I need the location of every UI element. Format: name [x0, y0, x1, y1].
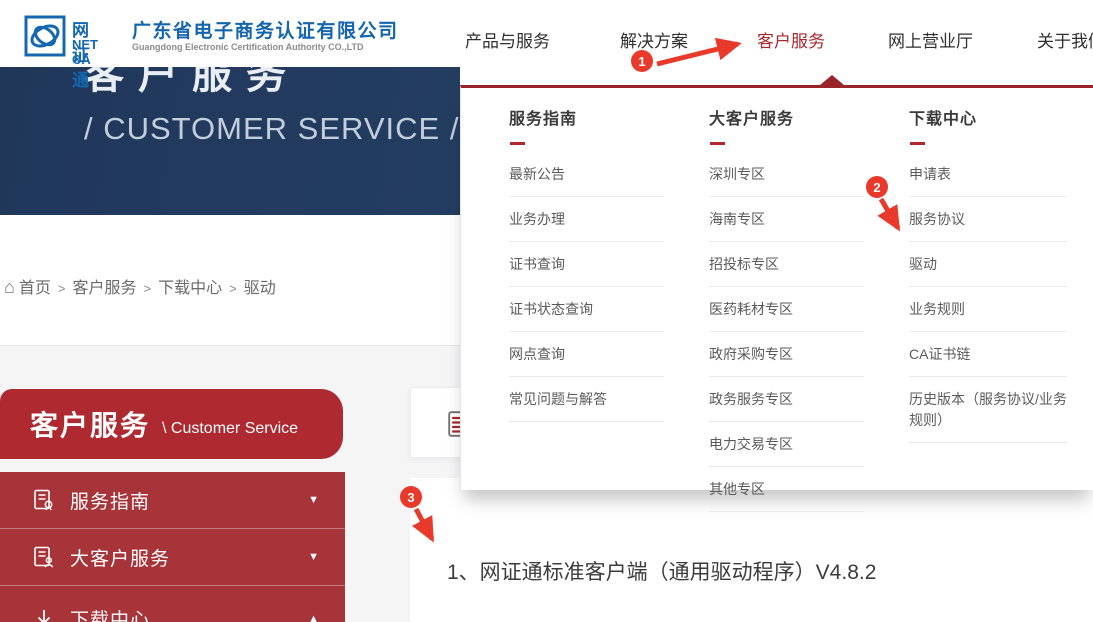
mega-item-ca-cert-chain[interactable]: CA证书链: [909, 332, 1067, 377]
mega-item-faq[interactable]: 常见问题与解答: [509, 377, 664, 422]
mega-item-bidding-zone[interactable]: 招投标专区: [709, 242, 864, 287]
mega-item-business-rules[interactable]: 业务规则: [909, 287, 1067, 332]
mega-col-title: 服务指南: [509, 111, 578, 128]
mega-item-hainan-zone[interactable]: 海南专区: [709, 197, 864, 242]
chevron-up-icon[interactable]: ▲: [308, 613, 319, 622]
chevron-down-icon[interactable]: ▼: [308, 494, 319, 506]
breadcrumb-item-driver: 驱动: [243, 280, 276, 297]
mega-item-certificate-query[interactable]: 证书查询: [509, 242, 664, 287]
certificate-doc-icon: [34, 489, 53, 511]
mega-item-gov-procurement-zone[interactable]: 政府采购专区: [709, 332, 864, 377]
sidebar-item-download-center[interactable]: 下载中心 ▲: [0, 586, 345, 622]
nav-item-customer-service[interactable]: 客户服务: [757, 27, 825, 52]
nav-item-products[interactable]: 产品与服务: [465, 27, 550, 52]
banner-title: 客户服务: [84, 67, 300, 97]
vip-doc-icon: [34, 546, 54, 568]
logo-text-en: NET CA: [72, 37, 98, 67]
breadcrumb-home[interactable]: 首页: [19, 280, 51, 297]
sidebar-title: 客户服务: [30, 410, 151, 441]
breadcrumb-separator: >: [229, 281, 237, 296]
mega-item-power-trading-zone[interactable]: 电力交易专区: [709, 422, 864, 467]
banner-subtitle: / CUSTOMER SERVICE /: [84, 111, 460, 146]
company-name-cn: 广东省电子商务认证有限公司: [132, 21, 399, 42]
red-dash: [710, 142, 725, 145]
mega-col-title: 大客户服务: [709, 111, 795, 128]
company-name-en: Guangdong Electronic Certification Autho…: [132, 42, 364, 52]
sidebar-item-label: 下载中心: [70, 610, 151, 622]
mega-item-historical-versions[interactable]: 历史版本（服务协议/业务规则）: [909, 377, 1067, 443]
mega-item-shenzhen-zone[interactable]: 深圳专区: [709, 152, 864, 197]
mega-item-gov-services-zone[interactable]: 政务服务专区: [709, 377, 864, 422]
mega-col-key-accounts: 大客户服务 深圳专区 海南专区 招投标专区 医药耗材专区 政府采购专区 政务服务…: [709, 105, 864, 512]
site-header: 网证通 NET CA 广东省电子商务认证有限公司 Guangdong Elect…: [0, 0, 1093, 90]
sidebar-title-en: \ Customer Service: [162, 420, 299, 437]
nav-item-online-hall[interactable]: 网上营业厅: [888, 27, 973, 52]
home-icon[interactable]: ⌂: [4, 277, 15, 297]
dropdown-panel: 服务指南 最新公告 业务办理 证书查询 证书状态查询 网点查询 常见问题与解答 …: [460, 85, 1093, 512]
mega-item-other-zones[interactable]: 其他专区: [709, 467, 864, 512]
chevron-down-icon[interactable]: ▼: [308, 551, 319, 563]
mega-col-download-center: 下载中心 申请表 服务协议 驱动 业务规则 CA证书链 历史版本（服务协议/业务…: [909, 105, 1067, 443]
mega-item-certificate-status-query[interactable]: 证书状态查询: [509, 287, 664, 332]
netca-logo-icon: [24, 15, 66, 57]
red-dash: [910, 142, 925, 145]
sidebar-menu: 服务指南 ▼ 大客户服务 ▼ 下载中心 ▲: [0, 472, 345, 622]
sidebar-item-key-accounts[interactable]: 大客户服务 ▼: [0, 529, 345, 586]
breadcrumb-separator: >: [57, 281, 66, 296]
mega-item-branch-query[interactable]: 网点查询: [509, 332, 664, 377]
mega-item-driver[interactable]: 驱动: [909, 242, 1067, 287]
nav-item-about-us[interactable]: 关于我们: [1037, 27, 1093, 52]
page: 客户服务 / CUSTOMER SERVICE / 1、网证通标准客户端（通用驱…: [0, 0, 1093, 622]
sidebar-item-label: 大客户服务: [70, 548, 171, 570]
breadcrumb-item-customer-service[interactable]: 客户服务: [72, 280, 136, 297]
download-icon: [37, 609, 51, 622]
mega-item-application-form[interactable]: 申请表: [909, 152, 1067, 197]
mega-item-service-agreement[interactable]: 服务协议: [909, 197, 1067, 242]
nav-item-solutions[interactable]: 解决方案: [620, 27, 688, 52]
breadcrumb: ⌂ 首页 > 客户服务 > 下载中心 > 驱动: [4, 274, 276, 298]
mega-item-business-handling[interactable]: 业务办理: [509, 197, 664, 242]
mega-col-service-guide: 服务指南 最新公告 业务办理 证书查询 证书状态查询 网点查询 常见问题与解答: [509, 105, 664, 422]
mega-col-title: 下载中心: [909, 111, 978, 128]
breadcrumb-item-download-center[interactable]: 下载中心: [158, 280, 222, 297]
mega-item-medical-supplies-zone[interactable]: 医药耗材专区: [709, 287, 864, 332]
sidebar-header: 客户服务 \ Customer Service: [0, 389, 343, 459]
sidebar-item-service-guide[interactable]: 服务指南 ▼: [0, 472, 345, 529]
sidebar-item-label: 服务指南: [70, 491, 151, 513]
mega-item-latest-announcements[interactable]: 最新公告: [509, 152, 664, 197]
red-dash: [510, 142, 525, 145]
mega-menu-dropdown: 服务指南 最新公告 业务办理 证书查询 证书状态查询 网点查询 常见问题与解答 …: [460, 67, 1093, 512]
content-heading: 1、网证通标准客户端（通用驱动程序）V4.8.2: [447, 561, 877, 584]
breadcrumb-separator: >: [143, 281, 152, 296]
dropdown-notch: [820, 75, 844, 85]
